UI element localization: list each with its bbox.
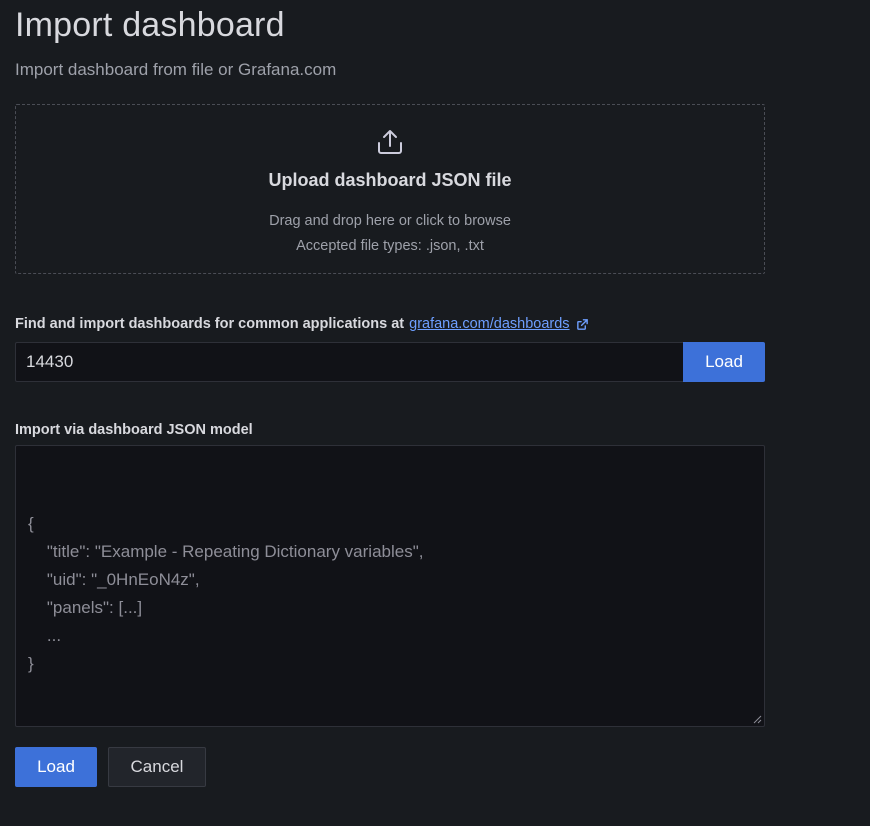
import-dashboard-page: Import dashboard Import dashboard from f… [0, 0, 870, 826]
upload-icon [378, 130, 402, 154]
form-actions: Load Cancel [15, 747, 206, 787]
cancel-button[interactable]: Cancel [108, 747, 206, 787]
grafana-com-label: Find and import dashboards for common ap… [15, 316, 589, 332]
page-subtitle: Import dashboard from file or Grafana.co… [15, 60, 337, 79]
upload-accepted-types: Accepted file types: .json, .txt [296, 238, 484, 254]
external-link-icon[interactable] [576, 318, 589, 331]
json-placeholder-line: } [28, 654, 34, 673]
json-placeholder-line: "uid": "_0HnEoN4z", [28, 570, 200, 589]
upload-hint-block: Drag and drop here or click to browse Ac… [269, 209, 511, 259]
json-placeholder-line: { [28, 514, 34, 533]
grafana-com-label-text: Find and import dashboards for common ap… [15, 316, 405, 332]
json-model-label: Import via dashboard JSON model [15, 422, 253, 438]
grafana-com-load-button[interactable]: Load [683, 342, 765, 382]
upload-dropzone[interactable]: Upload dashboard JSON file Drag and drop… [15, 104, 765, 274]
json-placeholder-line: "title": "Example - Repeating Dictionary… [28, 542, 424, 561]
upload-title: Upload dashboard JSON file [268, 170, 512, 190]
load-button[interactable]: Load [15, 747, 97, 787]
json-placeholder-line: "panels": [...] [28, 598, 143, 617]
resize-handle-icon[interactable] [753, 715, 762, 724]
json-model-textarea[interactable]: { "title": "Example - Repeating Dictiona… [15, 445, 765, 727]
upload-hint: Drag and drop here or click to browse [269, 213, 511, 229]
json-placeholder-line: ... [28, 626, 62, 645]
page-title: Import dashboard [15, 6, 285, 44]
grafana-com-id-input[interactable] [15, 342, 683, 382]
grafana-com-link[interactable]: grafana.com/dashboards [409, 316, 569, 332]
grafana-com-row: Load [15, 342, 765, 382]
